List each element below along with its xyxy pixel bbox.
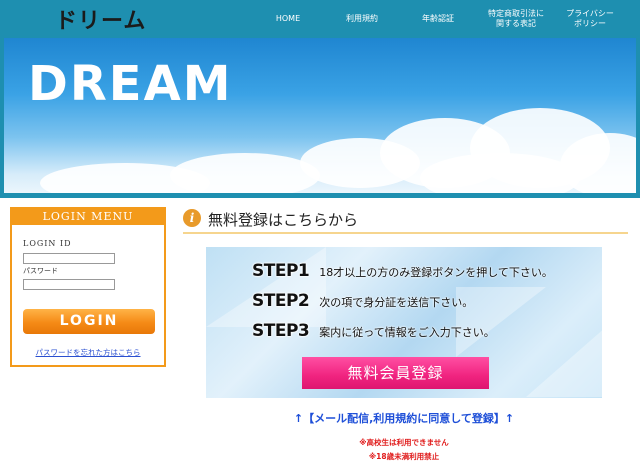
hero-bottom-bar (0, 193, 640, 198)
hero-frame-left (0, 38, 4, 198)
step-3: STEP3 案内に従って情報をご入力下さい。 (252, 321, 495, 341)
step-2-text: 次の項で身分証を送信下さい。 (319, 296, 474, 309)
login-id-label: LOGIN ID (23, 239, 72, 248)
decor-shape (526, 327, 602, 397)
step-2: STEP2 次の項で身分証を送信下さい。 (252, 291, 473, 311)
registration-heading-row: i 無料登録はこちらから (183, 208, 628, 234)
login-id-input[interactable] (23, 253, 115, 264)
decor-shape (206, 247, 326, 327)
nav-home[interactable]: HOME (268, 0, 308, 38)
step-2-label: STEP2 (252, 291, 310, 311)
nav-age-verification[interactable]: 年齢認証 (412, 0, 464, 38)
hero-title: DREAM (28, 56, 233, 112)
nav-terms[interactable]: 利用規約 (336, 0, 388, 38)
step-1: STEP1 18才以上の方のみ登録ボタンを押して下さい。 (252, 261, 553, 281)
nav-commerce-law[interactable]: 特定商取引法に 関する表記 (478, 0, 554, 38)
step-1-text: 18才以上の方のみ登録ボタンを押して下さい。 (319, 266, 553, 279)
cloud-shape (420, 153, 580, 198)
site-logo[interactable]: ドリーム (55, 3, 146, 35)
login-button[interactable]: LOGIN (23, 309, 155, 334)
nav-privacy-policy[interactable]: プライバシー ポリシー (558, 0, 622, 38)
password-label: パスワード (23, 267, 58, 275)
step-3-text: 案内に従って情報をご入力下さい。 (319, 326, 495, 339)
site-header: ドリーム HOME 利用規約 年齢認証 特定商取引法に 関する表記 プライバシー… (0, 0, 640, 38)
registration-title: 無料登録はこちらから (208, 211, 359, 229)
login-menu-header: LOGIN MENU (12, 209, 164, 225)
free-registration-button[interactable]: 無料会員登録 (302, 357, 489, 389)
forgot-password-link[interactable]: パスワードを忘れた方はこちら (12, 347, 164, 358)
hero-frame-right (636, 38, 640, 198)
warning-under-18: ※18歳未満利用禁止 (368, 452, 440, 461)
registration-steps-panel: STEP1 18才以上の方のみ登録ボタンを押して下さい。 STEP2 次の項で身… (206, 247, 602, 398)
hero-banner: DREAM (0, 38, 640, 198)
step-1-label: STEP1 (252, 261, 310, 281)
agreement-note: ↑【メール配信,利用規約に同意して登録】↑ (293, 412, 515, 425)
warning-high-school: ※高校生は利用できません (359, 438, 449, 447)
password-input[interactable] (23, 279, 115, 290)
step-3-label: STEP3 (252, 321, 310, 341)
login-panel: LOGIN MENU LOGIN ID パスワード LOGIN パスワードを忘れ… (10, 207, 166, 367)
info-icon: i (183, 209, 201, 227)
